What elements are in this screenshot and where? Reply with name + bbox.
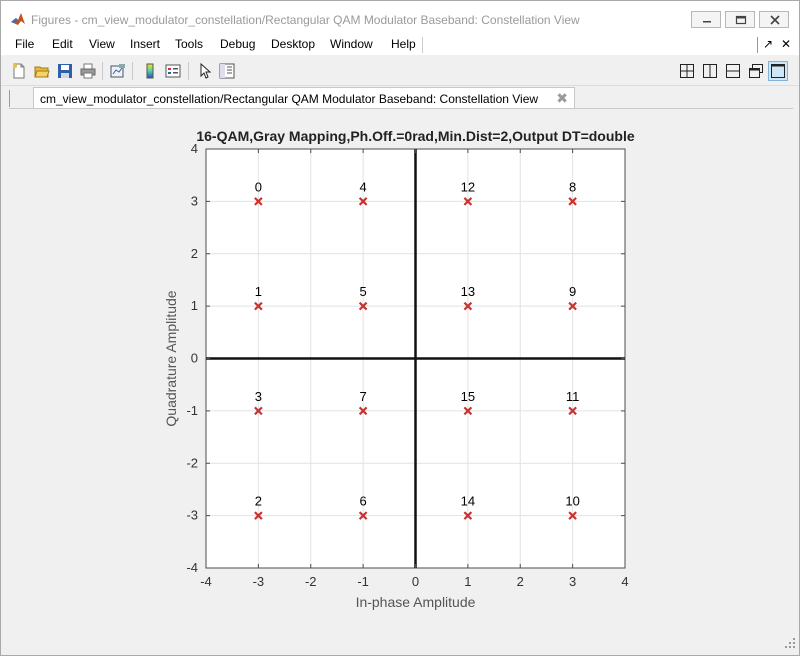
new-figure-button[interactable] xyxy=(9,61,29,81)
title-bar[interactable]: Figures - cm_view_modulator_constellatio… xyxy=(1,1,799,37)
matlab-logo-icon xyxy=(10,11,26,27)
close-figure-icon[interactable]: ✕ xyxy=(781,37,791,51)
point-label: 10 xyxy=(565,494,579,509)
y-tick-label: -2 xyxy=(186,455,198,470)
point-label: 11 xyxy=(566,389,580,404)
menu-insert[interactable]: Insert xyxy=(130,37,160,51)
save-button[interactable] xyxy=(55,61,75,81)
toolbar-separator xyxy=(102,62,103,80)
point-label: 12 xyxy=(461,179,475,194)
point-label: 2 xyxy=(255,494,262,509)
menu-bar: File Edit View Insert Tools Debug Deskto… xyxy=(1,35,799,55)
x-tick-label: 2 xyxy=(517,574,524,589)
y-tick-label: 1 xyxy=(191,298,198,313)
y-tick-label: 4 xyxy=(191,141,198,156)
x-tick-label: 0 xyxy=(412,574,419,589)
y-tick-label: 3 xyxy=(191,193,198,208)
toolbar xyxy=(1,57,799,86)
close-window-button[interactable] xyxy=(759,11,789,28)
x-tick-label: -4 xyxy=(200,574,212,589)
insert-legend-button[interactable] xyxy=(163,61,183,81)
insert-colorbar-button[interactable] xyxy=(140,61,160,81)
point-label: 9 xyxy=(569,284,576,299)
minimize-button[interactable] xyxy=(691,11,721,28)
property-inspector-button[interactable] xyxy=(217,61,237,81)
menu-view[interactable]: View xyxy=(89,37,115,51)
menu-help[interactable]: Help xyxy=(391,37,416,51)
plot-axes: -4 -3 -2 -1 0 1 2 3 4-4-3-2-1012340 4 12 81 5 13 93 7 15… xyxy=(186,141,628,589)
y-tick-label: -1 xyxy=(186,403,198,418)
point-label: 15 xyxy=(461,389,475,404)
point-label: 3 xyxy=(255,389,262,404)
x-tick-label: -3 xyxy=(253,574,265,589)
point-label: 8 xyxy=(569,179,576,194)
x-axis-label: In-phase Amplitude xyxy=(356,594,476,610)
x-tick-label: 3 xyxy=(569,574,576,589)
tile-grid-button[interactable] xyxy=(677,61,697,81)
tab-constellation-view[interactable]: cm_view_modulator_constellation/Rectangu… xyxy=(33,87,575,109)
x-tick-label: 1 xyxy=(464,574,471,589)
x-tick-label: -1 xyxy=(357,574,369,589)
menu-edit[interactable]: Edit xyxy=(52,37,73,51)
menu-debug[interactable]: Debug xyxy=(220,37,255,51)
open-file-button[interactable] xyxy=(32,61,52,81)
float-button[interactable] xyxy=(746,61,766,81)
y-tick-label: -3 xyxy=(186,508,198,523)
resize-grip-icon[interactable] xyxy=(785,637,795,651)
x-tick-label: 4 xyxy=(621,574,628,589)
menu-tools[interactable]: Tools xyxy=(175,37,203,51)
y-axis-label: Quadrature Amplitude xyxy=(163,290,179,426)
y-tick-label: -4 xyxy=(186,560,198,575)
tile-columns-button[interactable] xyxy=(700,61,720,81)
point-label: 7 xyxy=(360,389,367,404)
point-label: 13 xyxy=(461,284,475,299)
point-label: 6 xyxy=(360,494,367,509)
status-bar xyxy=(1,623,799,655)
plot-title: 16-QAM,Gray Mapping,Ph.Off.=0rad,Min.Dis… xyxy=(196,128,635,144)
toolbar-separator xyxy=(132,62,133,80)
maximize-button[interactable] xyxy=(725,11,755,28)
tab-strip-edge xyxy=(9,90,10,107)
menu-file[interactable]: File xyxy=(15,37,34,51)
figure-window: Figures - cm_view_modulator_constellatio… xyxy=(0,0,800,656)
tab-label: cm_view_modulator_constellation/Rectangu… xyxy=(40,92,539,106)
point-label: 0 xyxy=(255,179,262,194)
figure-canvas[interactable]: 16-QAM,Gray Mapping,Ph.Off.=0rad,Min.Dis… xyxy=(9,108,793,624)
maximize-figure-button[interactable] xyxy=(768,61,788,81)
menu-separator-right xyxy=(757,37,758,53)
menu-separator xyxy=(422,37,423,53)
figure-tab-strip: cm_view_modulator_constellation/Rectangu… xyxy=(9,85,799,109)
menu-desktop[interactable]: Desktop xyxy=(271,37,315,51)
y-tick-label: 2 xyxy=(191,246,198,261)
x-tick-label: -2 xyxy=(305,574,317,589)
y-tick-label: 0 xyxy=(191,351,198,366)
point-label: 1 xyxy=(255,284,262,299)
tile-rows-button[interactable] xyxy=(723,61,743,81)
window-title: Figures - cm_view_modulator_constellatio… xyxy=(31,13,580,27)
toolbar-separator xyxy=(188,62,189,80)
undock-icon[interactable]: ↗ xyxy=(763,37,773,51)
print-button[interactable] xyxy=(78,61,98,81)
point-label: 5 xyxy=(360,284,367,299)
pointer-button[interactable] xyxy=(195,61,215,81)
point-label: 14 xyxy=(461,494,475,509)
menu-window[interactable]: Window xyxy=(330,37,373,51)
point-label: 4 xyxy=(360,179,367,194)
link-plot-button[interactable] xyxy=(108,61,128,81)
tab-close-icon[interactable]: ✖ xyxy=(556,90,568,106)
constellation-plot[interactable]: 16-QAM,Gray Mapping,Ph.Off.=0rad,Min.Dis… xyxy=(9,109,793,623)
